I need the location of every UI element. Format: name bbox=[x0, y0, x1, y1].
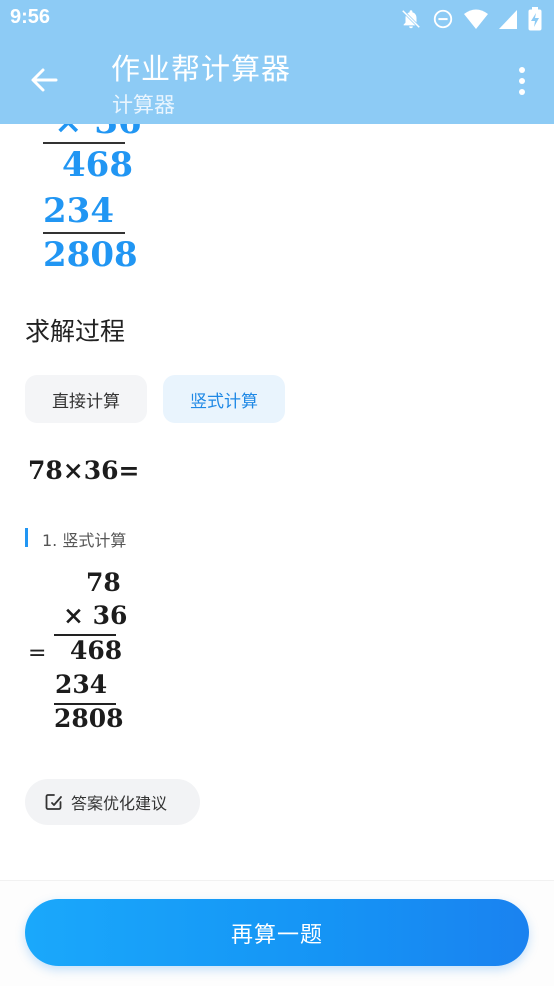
calc-divider bbox=[43, 142, 125, 144]
equation: 78×36= bbox=[28, 456, 140, 485]
answer-suggestion-button[interactable]: 答案优化建议 bbox=[25, 779, 200, 825]
equals-sign: = bbox=[28, 641, 47, 666]
retry-label: 再算一题 bbox=[230, 922, 323, 948]
tab-vertical-calc[interactable]: 竖式计算 bbox=[163, 375, 285, 423]
do-not-disturb-icon bbox=[433, 9, 453, 29]
step-partial-1: 468 bbox=[70, 636, 123, 665]
status-icons bbox=[400, 6, 542, 32]
wifi-icon bbox=[464, 9, 488, 29]
step-label: 1. 竖式计算 bbox=[42, 531, 127, 550]
step-marker bbox=[25, 528, 28, 547]
step-partial-2: 234 bbox=[55, 670, 108, 699]
calc-divider bbox=[43, 232, 125, 234]
solution-heading: 求解过程 bbox=[25, 317, 126, 346]
calc-result: 2808 bbox=[43, 235, 138, 275]
status-time: 9:56 bbox=[10, 6, 51, 28]
step-multiplier: × 36 bbox=[63, 601, 128, 630]
app-bar: 9:56 作业帮计算器 计算器 bbox=[0, 0, 554, 124]
step-result: 2808 bbox=[54, 704, 124, 733]
more-vert-icon[interactable] bbox=[516, 66, 528, 96]
tab-label: 直接计算 bbox=[52, 391, 120, 412]
calc-multiplier-row: × 36 bbox=[54, 124, 142, 142]
notifications-off-icon bbox=[401, 9, 421, 29]
signal-icon bbox=[499, 10, 517, 29]
page-subtitle: 计算器 bbox=[112, 93, 175, 117]
edit-note-icon bbox=[45, 794, 62, 810]
battery-charging-icon bbox=[528, 7, 542, 31]
suggest-label: 答案优化建议 bbox=[71, 794, 168, 813]
result-vertical-calc: × 36 468 234 2808 bbox=[0, 124, 554, 284]
tab-direct-calc[interactable]: 直接计算 bbox=[25, 375, 147, 423]
tab-label: 竖式计算 bbox=[190, 391, 258, 412]
back-arrow-icon[interactable] bbox=[26, 62, 62, 98]
calc-partial-2: 234 bbox=[43, 191, 114, 231]
step-multiplicand: 78 bbox=[86, 568, 121, 597]
page-title: 作业帮计算器 bbox=[111, 52, 292, 86]
retry-button[interactable]: 再算一题 bbox=[25, 899, 529, 966]
calc-partial-1: 468 bbox=[62, 145, 133, 185]
